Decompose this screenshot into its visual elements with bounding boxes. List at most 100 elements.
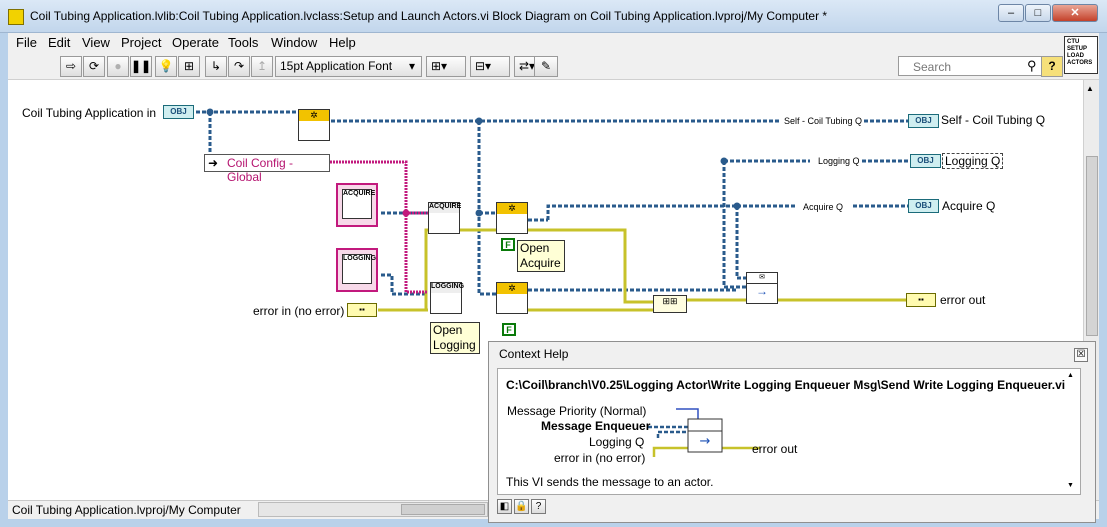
- align-objects-dropdown[interactable]: ⊞▾: [426, 56, 466, 77]
- logging-node-tag: LOGGING: [431, 283, 464, 293]
- get-class-node[interactable]: ✲: [298, 109, 330, 141]
- minimize-button[interactable]: –: [998, 4, 1024, 22]
- retain-wire-values-button[interactable]: ⊞: [178, 56, 200, 77]
- self-q-indicator-terminal[interactable]: OBJ: [908, 114, 939, 128]
- logging-q-wire: [722, 161, 746, 289]
- logging-q-output-label[interactable]: Logging Q: [942, 153, 1004, 169]
- search-placeholder: Search: [913, 60, 952, 74]
- acquire-init-node[interactable]: ACQUIRE: [428, 202, 461, 234]
- search-icon: ⚲: [1027, 58, 1037, 73]
- search-input[interactable]: Search ⚲: [898, 56, 1044, 76]
- window-title: Coil Tubing Application.lvlib:Coil Tubin…: [30, 9, 828, 23]
- cleanup-diagram-button[interactable]: ✎: [534, 56, 558, 77]
- toolbar: ⇨ ⟳ ● ❚❚ 💡 ⊞ ↳ ↷ ↥ 15pt Application Font…: [8, 53, 1099, 80]
- enqueuer-terminal-label: Message Enqueuer: [541, 419, 651, 433]
- acquire-q-output-label: Acquire Q: [942, 199, 996, 213]
- horizontal-scrollbar[interactable]: [258, 502, 488, 517]
- arrow-right-icon: →: [756, 284, 768, 298]
- detailed-help-button[interactable]: ?: [531, 499, 546, 514]
- false-constant[interactable]: F: [501, 238, 515, 251]
- menu-window[interactable]: Window: [271, 35, 317, 50]
- acquire-tag: ACQUIRE: [343, 190, 376, 197]
- vi-icon-line: CTU: [1067, 39, 1080, 45]
- menu-bar: File Edit View Project Operate Tools Win…: [8, 33, 1099, 53]
- gear-icon: ✲: [497, 283, 527, 294]
- logging-q-wire-label: Logging Q: [818, 156, 860, 166]
- context-help-body: C:\Coil\branch\V0.25\Logging Actor\Write…: [497, 368, 1081, 495]
- error-out-terminal-label: error out: [752, 442, 798, 456]
- obj-input-terminal[interactable]: OBJ: [163, 105, 194, 119]
- chevron-down-icon: ▾: [409, 59, 416, 73]
- coil-config-global[interactable]: ➜ Coil Config - Global: [204, 154, 330, 184]
- error-in-terminal-label: error in (no error): [554, 451, 646, 465]
- priority-terminal-label: Message Priority (Normal): [507, 404, 647, 418]
- context-help-close-button[interactable]: ☒: [1074, 348, 1088, 362]
- menu-view[interactable]: View: [82, 35, 110, 50]
- input-label: Coil Tubing Application in: [22, 106, 157, 120]
- logging-tag: LOGGING: [343, 255, 377, 262]
- close-button[interactable]: ✕: [1052, 4, 1098, 22]
- distribute-objects-dropdown[interactable]: ⊟▾: [470, 56, 510, 77]
- acquire-class-constant[interactable]: ACQUIRE: [336, 183, 378, 227]
- error-in-label: error in (no error): [253, 304, 345, 318]
- svg-text:→: →: [700, 434, 711, 449]
- title-bar: Coil Tubing Application.lvlib:Coil Tubin…: [0, 0, 1107, 33]
- vi-icon-line: LOAD: [1067, 53, 1084, 59]
- false-constant[interactable]: F: [502, 323, 516, 336]
- context-help-window: Context Help ☒ C:\Coil\branch\V0.25\Logg…: [488, 341, 1096, 523]
- scrollbar-thumb[interactable]: [1086, 156, 1098, 336]
- vi-icon-line: ACTORS: [1067, 60, 1093, 66]
- arrow-right-icon: ➜: [208, 156, 219, 170]
- font-select[interactable]: 15pt Application Font ▾: [275, 56, 422, 77]
- acquire-q-wire: [735, 206, 746, 280]
- scrollbar-thumb[interactable]: [401, 504, 485, 515]
- menu-file[interactable]: File: [16, 35, 37, 50]
- acquire-node-tag: ACQUIRE: [429, 203, 461, 213]
- step-out-button[interactable]: ↥: [251, 56, 273, 77]
- class-wire: [477, 121, 496, 296]
- menu-operate[interactable]: Operate: [172, 35, 219, 50]
- global-label: Coil Config - Global: [227, 156, 294, 184]
- acquire-q-wire-label: Acquire Q: [803, 202, 844, 212]
- font-select-value: 15pt Application Font: [280, 59, 393, 73]
- context-help-button[interactable]: ?: [1041, 56, 1063, 77]
- run-continuously-button[interactable]: ⟳: [83, 56, 105, 77]
- menu-project[interactable]: Project: [121, 35, 161, 50]
- gear-icon: ✲: [497, 203, 527, 214]
- launch-acquire-actor-node[interactable]: ✲: [496, 202, 528, 234]
- scroll-down-icon[interactable]: ▼: [1067, 482, 1074, 489]
- logging-init-node[interactable]: LOGGING: [430, 282, 464, 314]
- pause-button[interactable]: ❚❚: [130, 56, 152, 77]
- context-help-scrollbar[interactable]: ▲ ▼: [1063, 368, 1079, 495]
- menu-edit[interactable]: Edit: [48, 35, 70, 50]
- open-acquire-label: Open Acquire: [517, 240, 565, 272]
- envelope-icon: ✉: [747, 273, 777, 284]
- abort-button[interactable]: ●: [107, 56, 129, 77]
- logging-class-icon: LOGGING: [342, 254, 376, 284]
- vi-icon-line: SETUP: [1067, 46, 1088, 52]
- logging-class-constant[interactable]: LOGGING: [336, 248, 378, 292]
- merge-errors-node[interactable]: ⊞⊞: [653, 295, 687, 313]
- launch-logging-actor-node[interactable]: ✲: [496, 282, 528, 314]
- self-q-output-label: Self - Coil Tubing Q: [941, 113, 1046, 127]
- show-optional-terminals-button[interactable]: ◧: [497, 499, 512, 514]
- send-write-logging-enqueuer-node[interactable]: ✉ →: [746, 272, 778, 304]
- logging-q-indicator-terminal[interactable]: OBJ: [910, 154, 941, 168]
- labview-icon: [8, 9, 24, 25]
- context-help-title: Context Help: [499, 347, 569, 361]
- step-into-button[interactable]: ↳: [205, 56, 227, 77]
- run-button[interactable]: ⇨: [60, 56, 82, 77]
- highlight-execution-button[interactable]: 💡: [155, 56, 177, 77]
- lock-icon[interactable]: 🔒: [514, 499, 529, 514]
- vi-icon[interactable]: CTU SETUP LOAD ACTORS: [1064, 36, 1098, 74]
- scroll-up-icon[interactable]: ▲: [1086, 84, 1094, 93]
- error-in-terminal[interactable]: ▪▪: [347, 303, 377, 317]
- error-out-terminal[interactable]: ▪▪: [906, 293, 936, 307]
- scroll-up-icon[interactable]: ▲: [1067, 372, 1074, 379]
- acquire-q-indicator-terminal[interactable]: OBJ: [908, 199, 939, 213]
- maximize-button[interactable]: □: [1025, 4, 1051, 22]
- step-over-button[interactable]: ↷: [228, 56, 250, 77]
- self-q-wire-label: Self - Coil Tubing Q: [784, 116, 863, 126]
- menu-help[interactable]: Help: [329, 35, 356, 50]
- menu-tools[interactable]: Tools: [228, 35, 258, 50]
